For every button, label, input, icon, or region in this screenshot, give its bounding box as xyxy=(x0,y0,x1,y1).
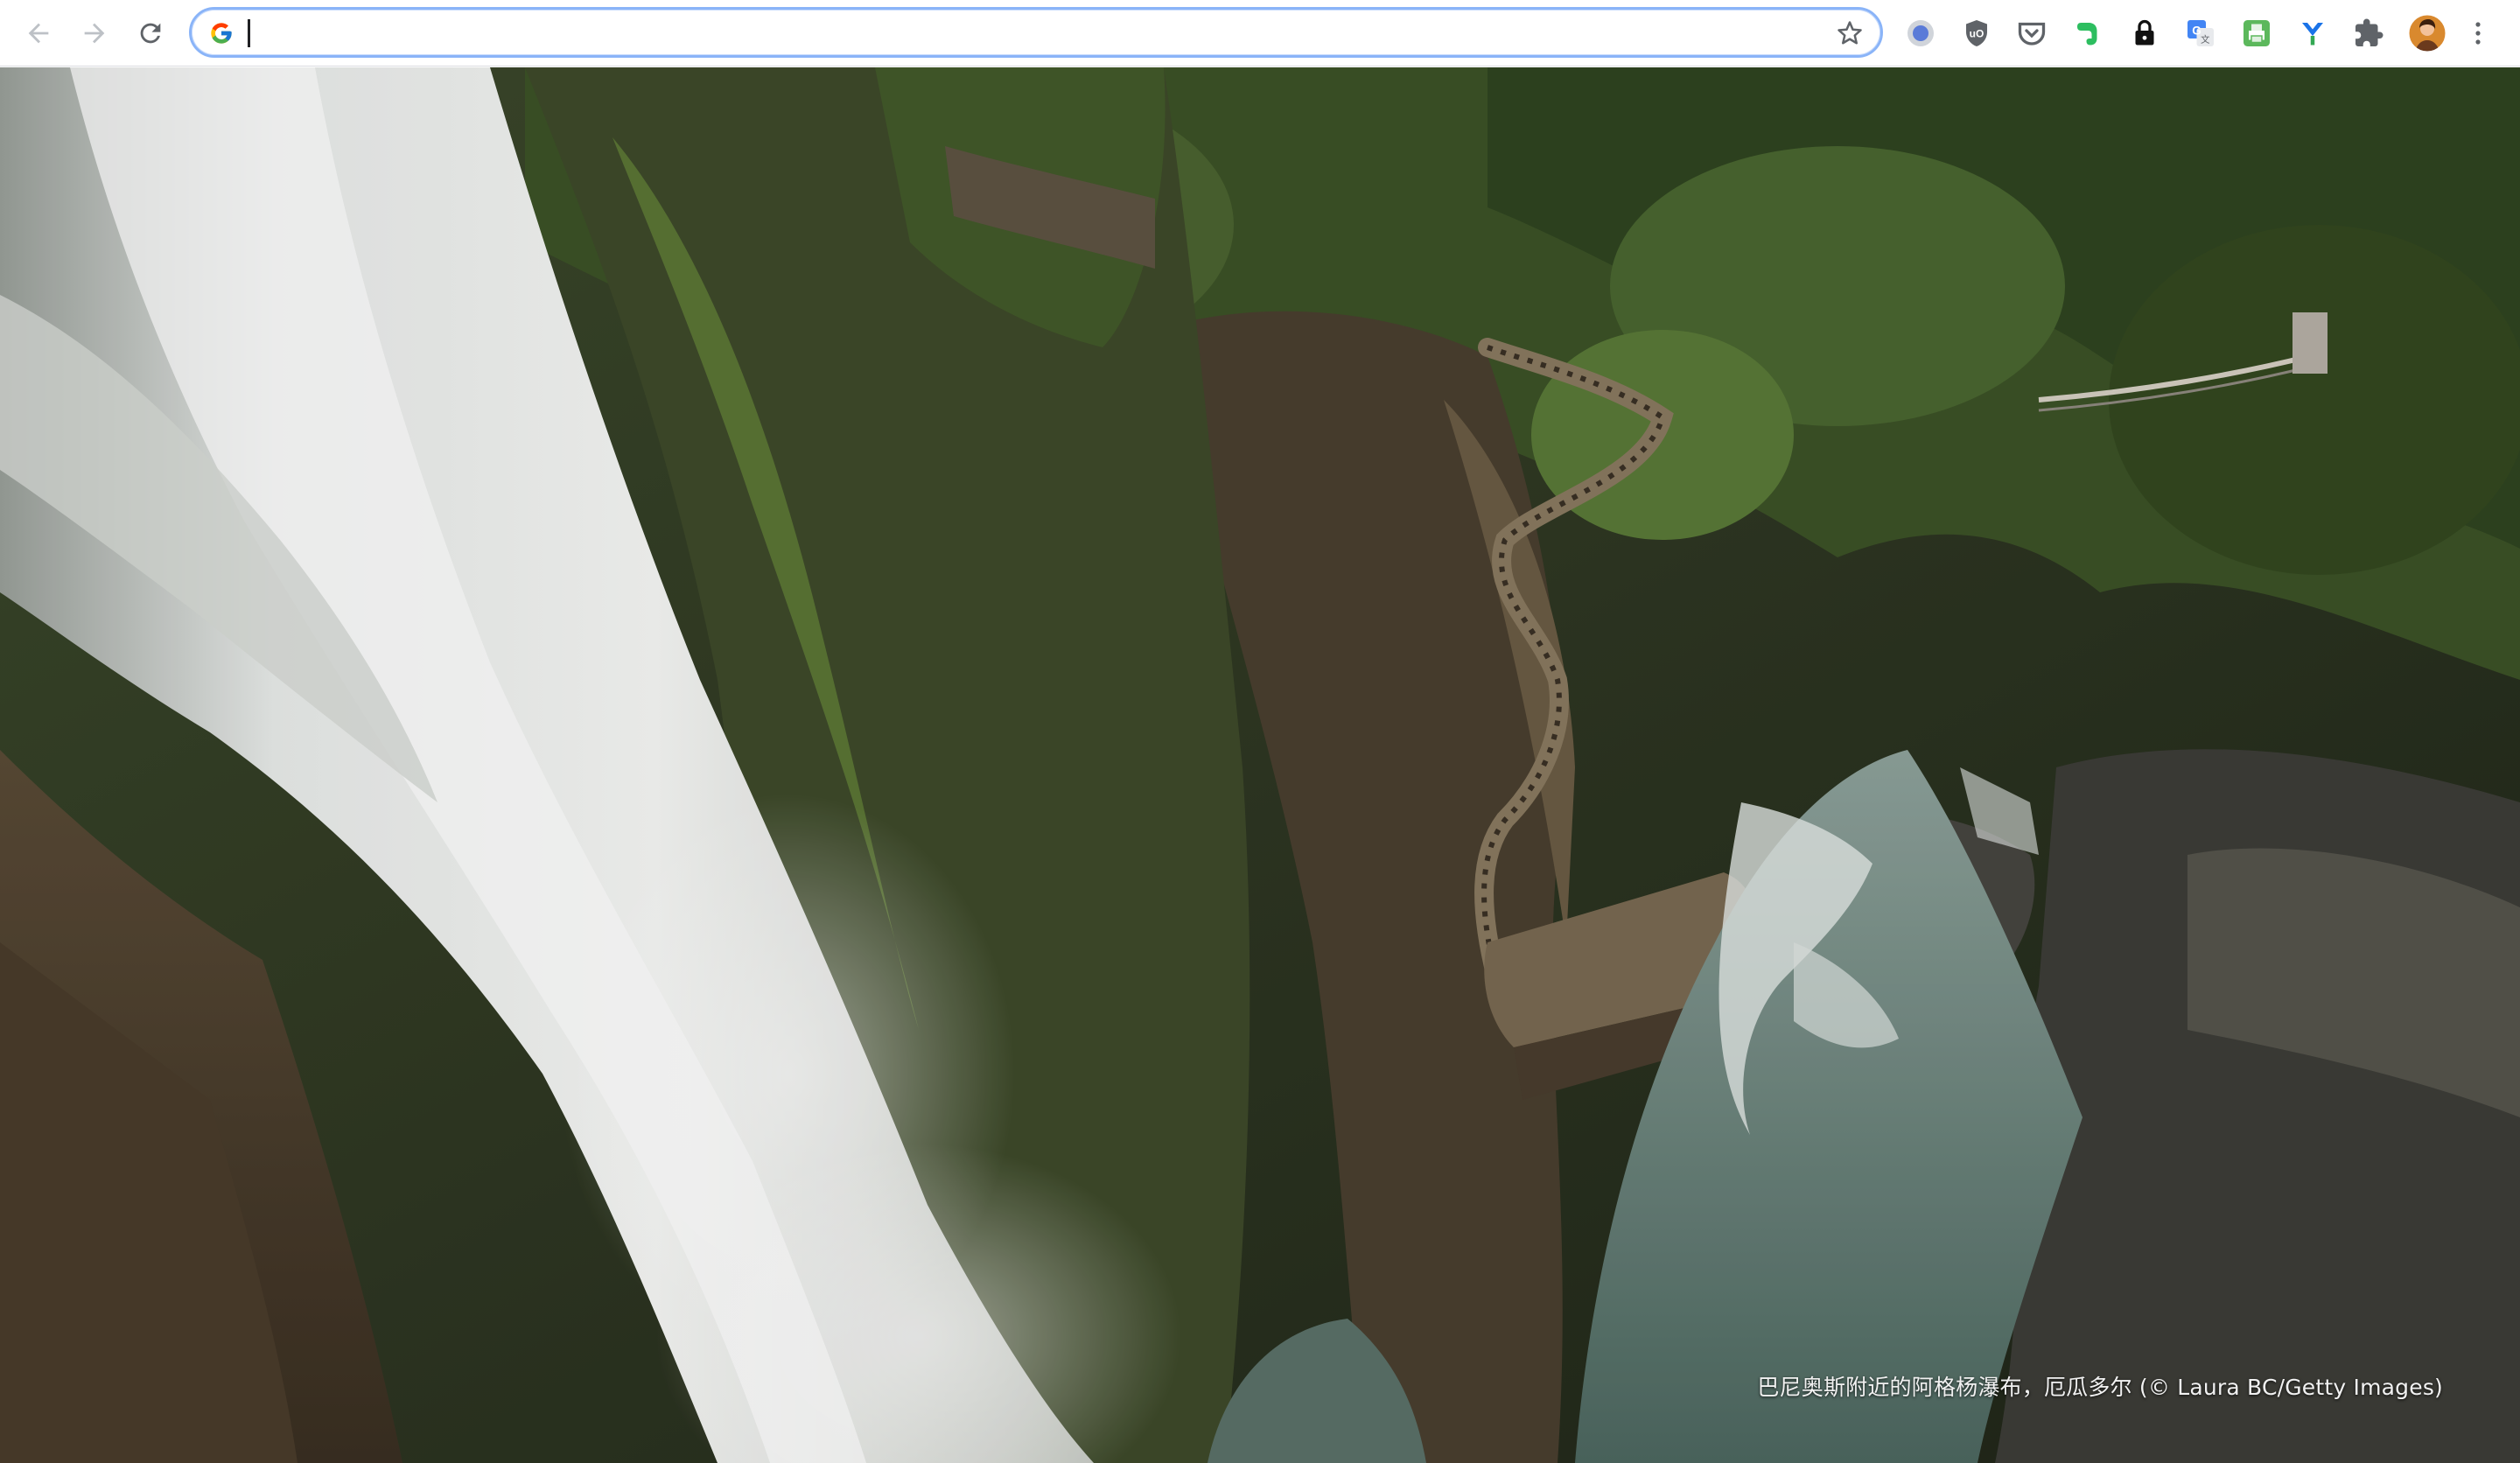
photo-caption[interactable]: 巴尼奥斯附近的阿格杨瀑布，厄瓜多尔 (© Laura BC/Getty Imag… xyxy=(1757,1370,2443,1402)
lock-icon[interactable] xyxy=(2128,17,2161,50)
address-input[interactable] xyxy=(246,15,1803,50)
evernote-icon[interactable] xyxy=(2071,17,2104,50)
new-tab-background: 巴尼奥斯附近的阿格杨瀑布，厄瓜多尔 (© Laura BC/Getty Imag… xyxy=(0,67,2520,1463)
google-translate-icon[interactable]: G文 xyxy=(2184,17,2217,50)
reload-button[interactable] xyxy=(130,12,172,54)
arrow-left-icon xyxy=(28,23,49,44)
forward-button[interactable] xyxy=(74,12,116,54)
svg-text:uO: uO xyxy=(1970,28,1984,40)
y-extension-icon[interactable] xyxy=(2296,17,2329,50)
bookmark-star-icon[interactable] xyxy=(1837,20,1863,46)
browser-toolbar: uO G文 xyxy=(0,0,2520,66)
address-bar[interactable] xyxy=(189,7,1883,58)
circle-extension-icon[interactable] xyxy=(1904,17,1937,50)
back-button[interactable] xyxy=(18,12,60,54)
profile-avatar[interactable] xyxy=(2408,14,2446,52)
puzzle-icon[interactable] xyxy=(2352,17,2385,50)
ublock-icon[interactable]: uO xyxy=(1960,17,1993,50)
pocket-icon[interactable] xyxy=(2015,17,2048,50)
printer-green-icon[interactable] xyxy=(2240,17,2273,50)
waterfall-canyon-photo xyxy=(0,67,2520,1463)
google-g-icon xyxy=(211,23,232,44)
svg-text:文: 文 xyxy=(2201,34,2210,46)
arrow-right-icon xyxy=(84,23,105,44)
kebab-menu-icon[interactable] xyxy=(2468,17,2488,50)
reload-icon xyxy=(140,23,161,44)
text-caret xyxy=(248,19,250,47)
